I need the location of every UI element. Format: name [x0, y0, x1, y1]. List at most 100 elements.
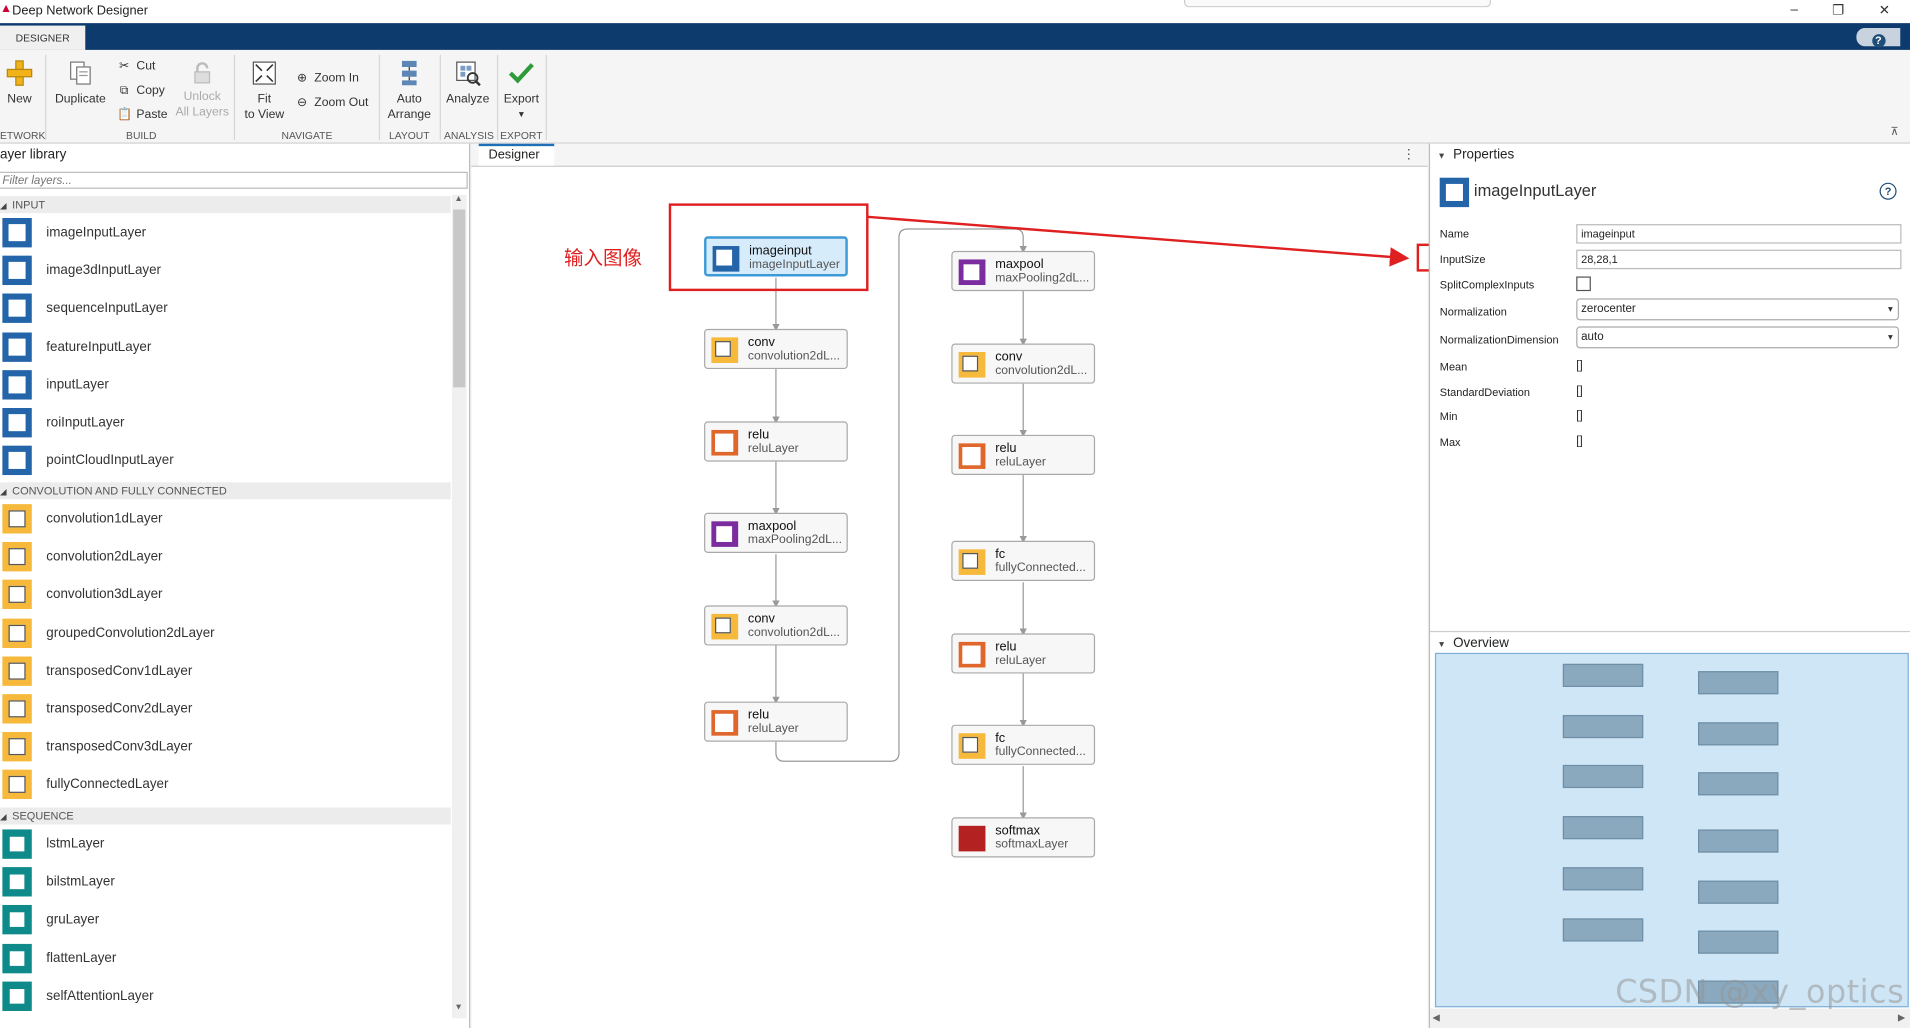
layer-node[interactable]: fc fullyConnected... — [951, 724, 1096, 765]
overview-node — [1562, 764, 1644, 789]
layer-node-icon — [711, 710, 739, 736]
layer-node-name: fc — [995, 546, 1006, 562]
collapse-icon: ▼ — [1437, 152, 1446, 161]
properties-header-label: Properties — [1453, 147, 1515, 162]
layer-node-type: reluLayer — [995, 455, 1046, 469]
layer-node-name: fc — [995, 730, 1006, 746]
image-input-icon — [1439, 177, 1470, 208]
overview-header-label: Overview — [1453, 635, 1509, 651]
layer-node-icon — [711, 613, 739, 640]
splitcomplex-checkbox[interactable] — [1576, 276, 1591, 292]
scroll-left-icon[interactable]: ◀ — [1432, 1012, 1439, 1023]
normdim-dropdown[interactable]: auto ▾ — [1576, 326, 1900, 349]
overview-node — [1562, 714, 1644, 739]
layer-title: imageInputLayer — [1473, 181, 1597, 200]
mean-value[interactable]: [] — [1576, 359, 1582, 372]
layer-node[interactable]: relu reluLayer — [951, 434, 1096, 476]
prop-label-min: Min — [1439, 410, 1458, 423]
layer-node-type: reluLayer — [747, 722, 799, 736]
layer-node[interactable]: maxpool maxPooling2dL... — [951, 250, 1096, 292]
overview-node — [1562, 867, 1644, 891]
overview-scrollbar[interactable]: ◀ ▶ — [1430, 1008, 1910, 1028]
annotation-arrow — [867, 215, 1410, 267]
prop-row-mean: Mean [] — [1440, 356, 1903, 380]
layer-node-name: conv — [747, 611, 775, 627]
layer-node-type: fullyConnected... — [995, 561, 1086, 575]
layer-node-name: maxpool — [747, 518, 797, 534]
layer-node-icon — [958, 549, 986, 575]
layer-node-type: maxPooling2dL... — [995, 271, 1090, 286]
layer-node[interactable]: relu reluLayer — [951, 633, 1096, 674]
prop-label-name: Name — [1439, 227, 1470, 240]
overview-node — [1698, 930, 1779, 954]
prop-label-splitcomplex: SplitComplexInputs — [1439, 278, 1535, 292]
layer-node-icon — [712, 246, 740, 272]
layer-node[interactable]: maxpool maxPooling2dL... — [704, 512, 848, 553]
overview-node — [1698, 829, 1779, 853]
overview-node — [1562, 663, 1644, 687]
layer-node-name: maxpool — [995, 257, 1044, 272]
layer-node-name: conv — [995, 349, 1023, 365]
properties-header[interactable]: ▼ Properties — [1430, 144, 1910, 166]
layer-node-type: convolution2dL... — [747, 349, 841, 363]
inputsize-field[interactable]: 28,28,1 — [1576, 249, 1902, 270]
layer-node-name: relu — [995, 440, 1017, 456]
prop-row-min: Min [] — [1440, 406, 1903, 430]
layer-node-type: imageInputLayer — [749, 258, 840, 272]
layer-node-icon — [711, 337, 739, 363]
min-value[interactable]: [] — [1576, 409, 1582, 422]
layer-node-icon — [711, 521, 739, 547]
annotation-label: 输入图像 — [563, 246, 642, 270]
layer-node[interactable]: relu reluLayer — [704, 421, 848, 462]
prop-row-splitcomplex: SplitComplexInputs — [1440, 274, 1903, 298]
layer-node[interactable]: conv convolution2dL... — [951, 343, 1096, 384]
watermark: CSDN @xy_optics — [1615, 974, 1905, 1011]
overview-header[interactable]: ▼ Overview — [1430, 630, 1910, 654]
layer-node[interactable]: fc fullyConnected... — [951, 540, 1096, 581]
chevron-down-icon: ▾ — [1888, 331, 1893, 343]
layer-node[interactable]: conv convolution2dL... — [704, 605, 848, 646]
layer-node-name: relu — [747, 707, 770, 723]
prop-label-normalization: Normalization — [1439, 305, 1507, 318]
layer-node-icon — [958, 733, 986, 759]
layer-node-type: fullyConnected... — [995, 745, 1086, 759]
prop-label-inputsize: InputSize — [1439, 253, 1486, 266]
layer-node-name: relu — [747, 427, 770, 443]
layer-node-icon — [958, 443, 986, 469]
layer-node-icon — [958, 641, 986, 668]
layer-node-icon — [958, 352, 986, 378]
max-value[interactable]: [] — [1576, 435, 1582, 448]
help-icon[interactable]: ? — [1879, 182, 1897, 200]
layer-node-icon — [711, 429, 739, 456]
overview-node — [1698, 722, 1779, 746]
prop-row-name: Name imageinput — [1440, 223, 1903, 247]
normdim-value: auto — [1581, 330, 1604, 344]
layer-node-type: maxPooling2dL... — [747, 533, 843, 547]
std-value[interactable]: [] — [1576, 385, 1582, 398]
prop-row-std: StandardDeviation [] — [1440, 381, 1903, 405]
layer-node[interactable]: softmax softmaxLayer — [951, 817, 1096, 858]
layer-node-type: softmaxLayer — [995, 837, 1069, 852]
chevron-down-icon: ▾ — [1888, 303, 1893, 315]
overview-node — [1698, 671, 1779, 695]
layer-node[interactable]: relu reluLayer — [704, 701, 848, 742]
layer-node-type: reluLayer — [995, 654, 1046, 668]
layer-node-type: convolution2dL... — [995, 364, 1088, 378]
layer-node-name: softmax — [995, 823, 1040, 838]
properties-panel: ▼ Properties imageInputLayer ? Name image… — [1428, 143, 1910, 1028]
overview-node — [1698, 772, 1779, 796]
scroll-right-icon[interactable]: ▶ — [1898, 1012, 1905, 1023]
name-field[interactable]: imageinput — [1576, 224, 1902, 244]
overview-node — [1698, 880, 1779, 904]
overview-node — [1562, 918, 1644, 942]
layer-node-type: reluLayer — [747, 442, 799, 456]
overview-node — [1562, 816, 1644, 840]
normalization-dropdown[interactable]: zerocenter ▾ — [1576, 298, 1900, 321]
overview-minimap[interactable] — [1434, 652, 1909, 1008]
prop-row-normdim: NormalizationDimension auto ▾ — [1440, 326, 1903, 350]
edge — [775, 228, 1027, 762]
layer-node[interactable]: imageinput imageInputLayer — [704, 236, 848, 277]
layer-node[interactable]: conv convolution2dL... — [704, 328, 848, 370]
layer-node-name: imageinput — [749, 243, 812, 259]
layer-node-name: relu — [995, 639, 1017, 655]
